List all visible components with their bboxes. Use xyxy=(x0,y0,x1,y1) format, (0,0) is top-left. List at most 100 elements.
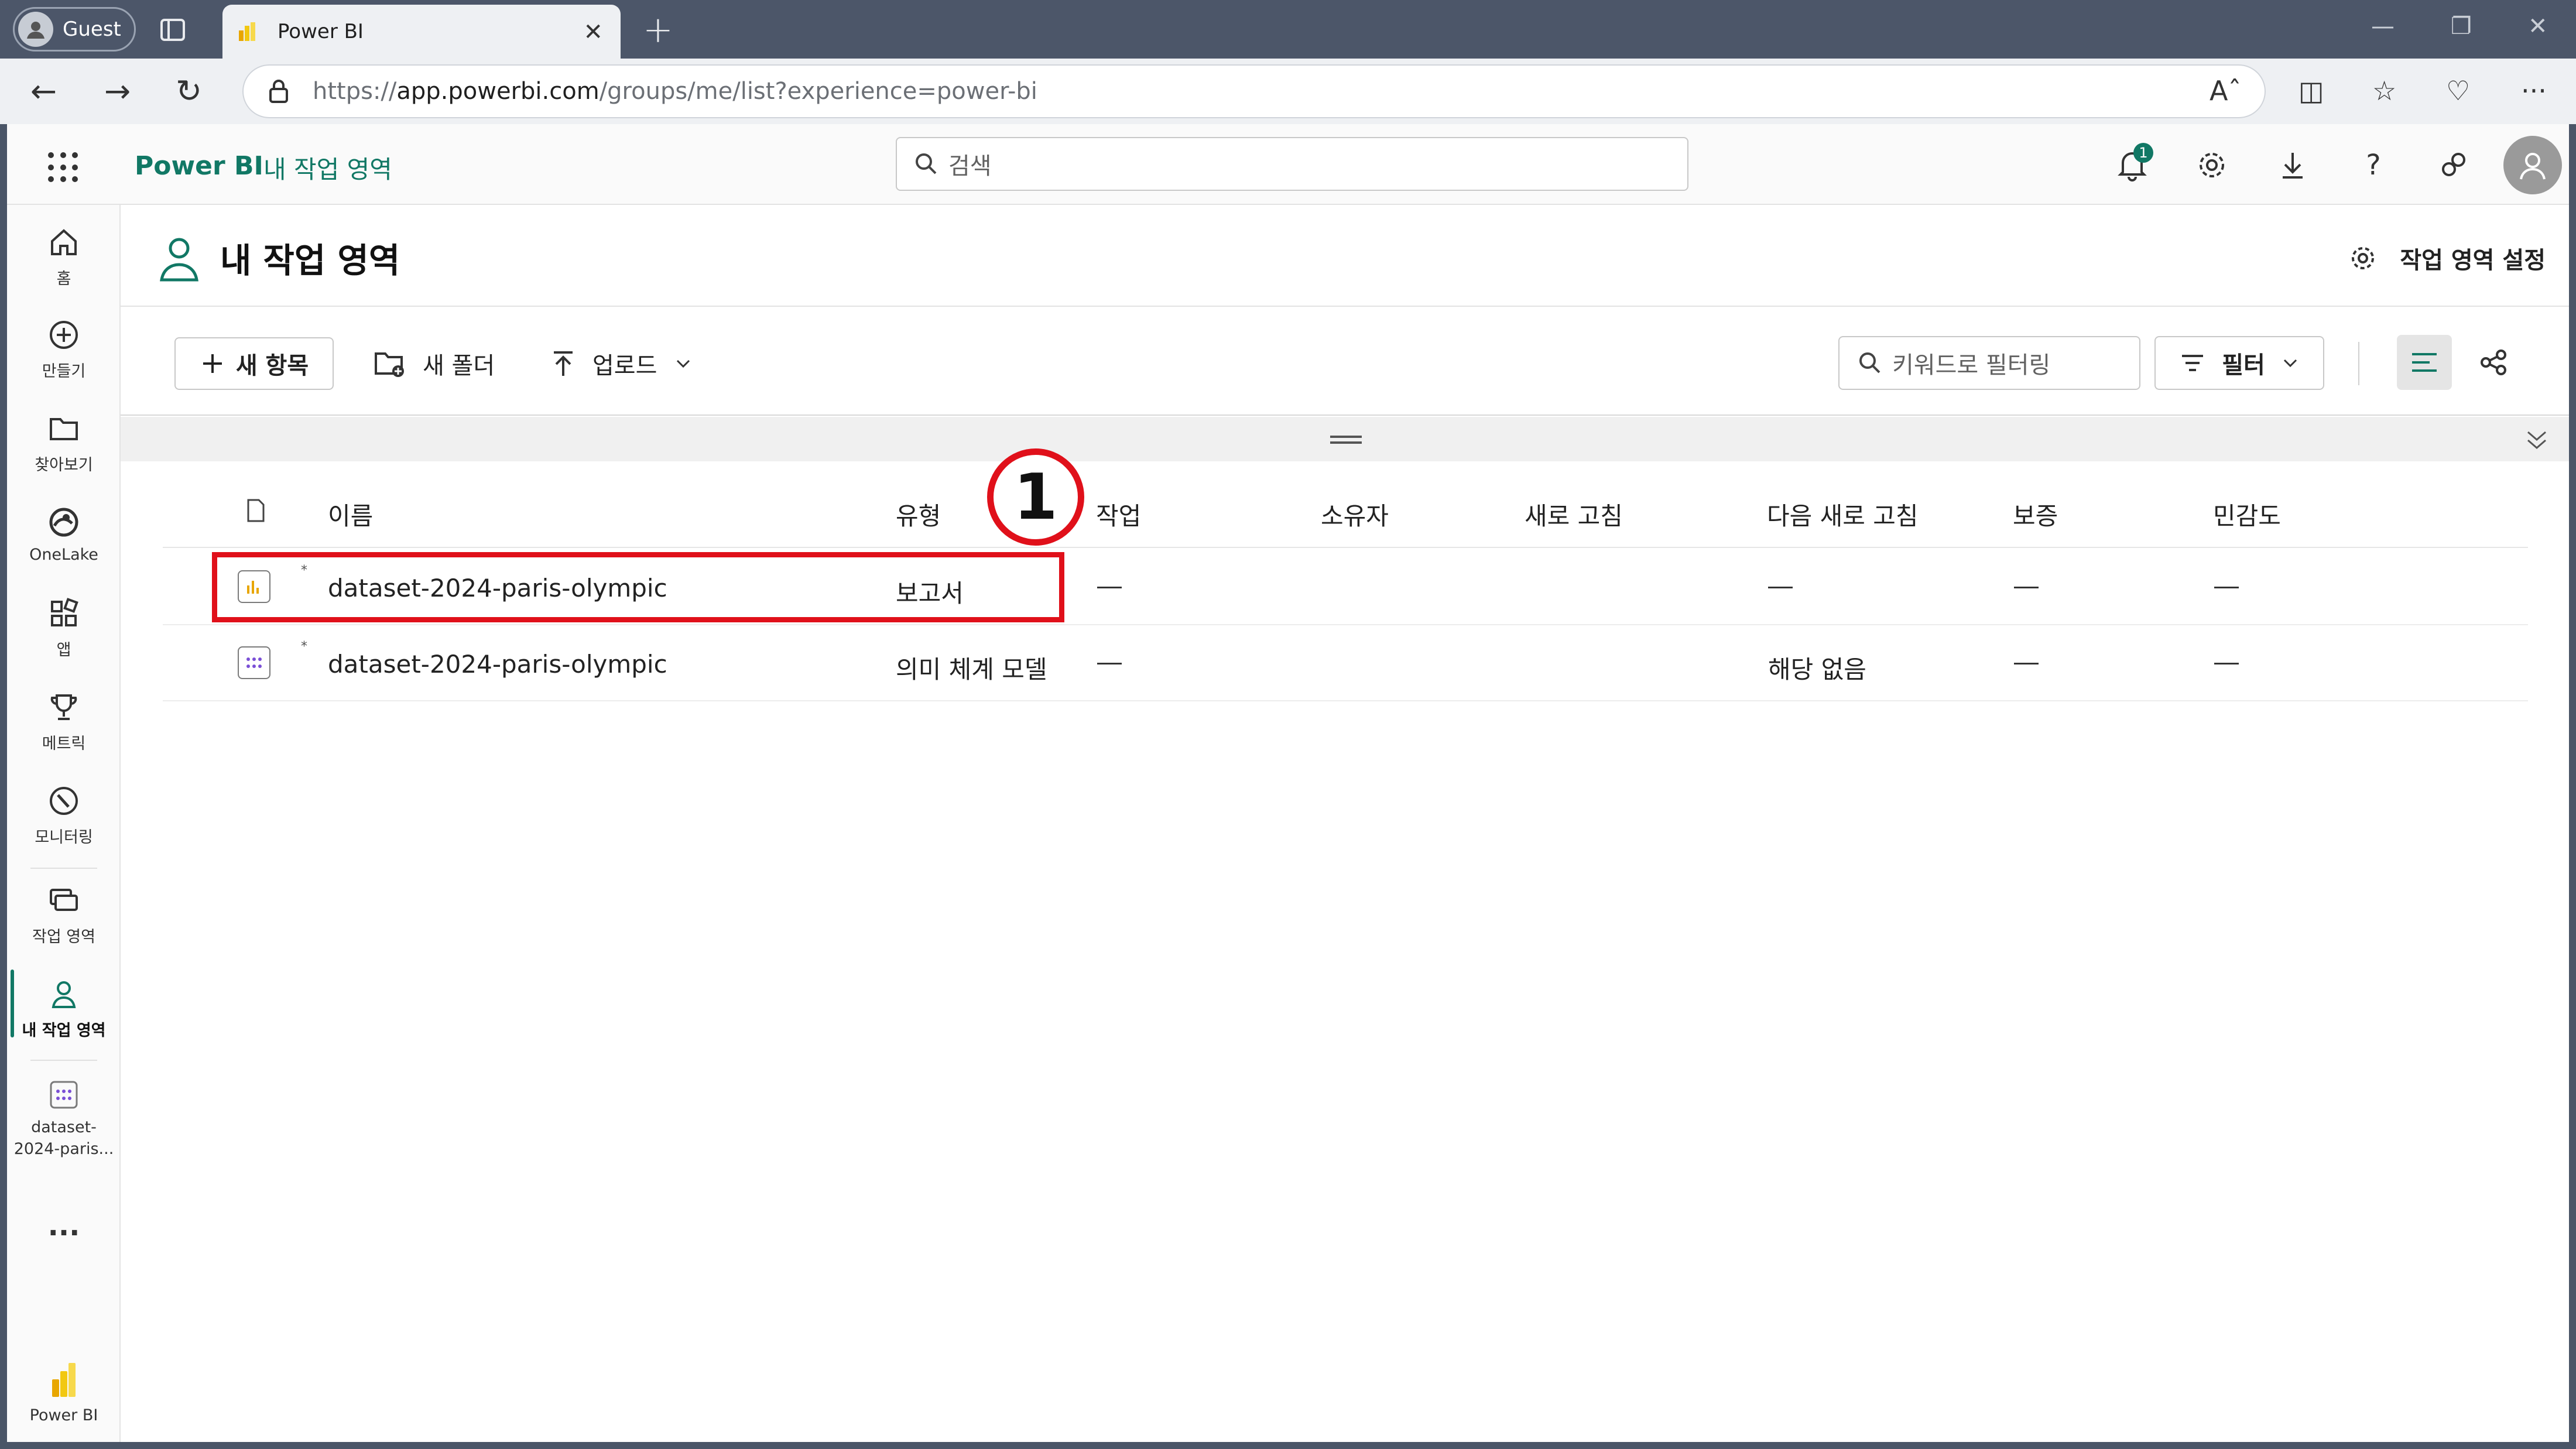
workspaces-icon xyxy=(50,889,78,911)
nav-home[interactable]: 홈 xyxy=(7,225,121,289)
favorites-icon[interactable]: ☆ xyxy=(2372,75,2396,107)
app-launcher-icon[interactable] xyxy=(48,152,78,183)
more-browser-icon[interactable]: ··· xyxy=(2521,75,2547,107)
column-sensitivity[interactable]: 민감도 xyxy=(2213,496,2281,532)
nav-create[interactable]: 만들기 xyxy=(7,317,121,381)
browser-tab-bar: Guest Power BI ✕ + — ❐ ✕ xyxy=(0,0,2576,59)
create-icon xyxy=(50,321,78,349)
browser-tab[interactable]: Power BI ✕ xyxy=(222,5,621,59)
next-refresh-empty-dash xyxy=(1768,587,1793,588)
settings-gear-icon[interactable] xyxy=(2194,148,2229,183)
forward-icon[interactable]: → xyxy=(104,74,131,109)
pane-resize-handle[interactable] xyxy=(121,417,2569,461)
trophy-icon xyxy=(50,694,77,720)
drag-handle-icon xyxy=(1330,436,1362,444)
task-empty-dash xyxy=(1097,663,1122,664)
browser-address-bar: ← → ↻ https://app.powerbi.com/groups/me/… xyxy=(0,59,2576,124)
onelake-icon xyxy=(49,508,78,537)
notifications-icon[interactable]: 1 xyxy=(2115,143,2153,183)
nav-more-icon[interactable]: ... xyxy=(7,1210,121,1242)
nav-divider xyxy=(30,1060,97,1061)
profile-button[interactable]: Guest xyxy=(13,7,136,52)
chevron-down-icon xyxy=(2283,359,2297,368)
task-empty-dash xyxy=(1097,587,1122,588)
column-task[interactable]: 작업 xyxy=(1096,496,1141,532)
column-name[interactable]: 이름 xyxy=(328,496,373,532)
user-avatar[interactable] xyxy=(2503,136,2562,194)
tab-title: Power BI xyxy=(278,20,364,43)
nav-workspaces[interactable]: 작업 영역 xyxy=(7,883,121,947)
step-number-badge: 1 xyxy=(987,448,1084,546)
home-icon xyxy=(51,229,77,255)
table-header: 이름 유형 작업 소유자 새로 고침 다음 새로 고침 보증 민감도 xyxy=(163,461,2528,548)
nav-metrics[interactable]: 메트릭 xyxy=(7,690,121,753)
table-row[interactable]: * dataset-2024-paris-olympic 의미 체계 모델 해당… xyxy=(163,625,2528,701)
read-aloud-icon[interactable]: Aˆ xyxy=(2210,75,2241,107)
minimize-icon[interactable]: — xyxy=(2371,13,2395,40)
tab-actions-icon[interactable] xyxy=(158,15,187,44)
nav-monitoring[interactable]: 모니터링 xyxy=(7,783,121,847)
brand-name[interactable]: Power BI xyxy=(135,151,263,181)
item-type: 의미 체계 모델 xyxy=(896,655,1047,684)
nav-powerbi-switcher[interactable]: Power BI xyxy=(7,1359,121,1424)
new-folder-button[interactable]: 새 폴더 xyxy=(374,347,495,381)
filter-button[interactable]: 필터 xyxy=(2154,336,2324,390)
page-header: 내 작업 영역 작업 영역 설정 xyxy=(121,205,2569,307)
nav-recent-dataset[interactable]: dataset- 2024-paris... xyxy=(7,1077,121,1158)
powerbi-app: Power BI 내 작업 영역 검색 1 ? 홈 만들기 찾아보기 OneLa… xyxy=(7,124,2569,1442)
item-name-link[interactable]: dataset-2024-paris-olympic xyxy=(328,650,667,679)
column-endorsement[interactable]: 보증 xyxy=(2013,496,2058,532)
workspace-settings-button[interactable]: 작업 영역 설정 xyxy=(2348,241,2546,275)
workspace-person-icon xyxy=(160,238,198,282)
list-view-icon xyxy=(2412,353,2437,372)
monitor-icon xyxy=(50,787,78,815)
upload-icon xyxy=(554,351,573,376)
url-text: https://app.powerbi.com/groups/me/list?e… xyxy=(313,78,1037,105)
nav-apps[interactable]: 앱 xyxy=(7,596,121,660)
settings-gear-icon xyxy=(2352,247,2375,269)
tab-close-icon[interactable]: ✕ xyxy=(583,19,603,46)
download-icon[interactable] xyxy=(2275,148,2310,183)
restore-icon[interactable]: ❐ xyxy=(2451,13,2472,40)
filter-icon xyxy=(2182,355,2204,371)
lock-icon xyxy=(269,80,288,103)
endorsement-empty-dash xyxy=(2014,663,2039,664)
global-search-input[interactable]: 검색 xyxy=(896,137,1688,191)
browser-essentials-icon[interactable]: ♡ xyxy=(2446,75,2470,107)
nav-my-workspace[interactable]: 내 작업 영역 xyxy=(7,977,121,1040)
new-tab-icon[interactable]: + xyxy=(643,8,673,51)
column-next-refresh[interactable]: 다음 새로 고침 xyxy=(1767,496,1919,532)
guest-avatar-icon xyxy=(18,12,53,47)
column-refresh[interactable]: 새로 고침 xyxy=(1525,496,1623,532)
person-icon xyxy=(52,981,76,1008)
chevron-down-icon xyxy=(677,359,690,368)
share-feedback-icon[interactable] xyxy=(2437,148,2472,183)
back-icon[interactable]: ← xyxy=(30,74,57,109)
window-close-icon[interactable]: ✕ xyxy=(2528,13,2548,40)
nav-browse[interactable]: 찾아보기 xyxy=(7,411,121,475)
collapse-chevron-icon[interactable] xyxy=(2524,429,2549,452)
new-item-button[interactable]: 새 항목 xyxy=(174,337,334,390)
upload-button[interactable]: 업로드 xyxy=(550,347,692,381)
breadcrumb-workspace[interactable]: 내 작업 영역 xyxy=(263,150,392,186)
app-header: Power BI 내 작업 영역 검색 1 ? xyxy=(7,124,2569,205)
nav-onelake[interactable]: OneLake xyxy=(7,505,121,564)
reload-icon[interactable]: ↻ xyxy=(176,74,202,109)
column-owner[interactable]: 소유자 xyxy=(1321,496,1389,532)
file-type-icon xyxy=(247,499,265,522)
keyword-filter-input[interactable]: 키워드로 필터링 xyxy=(1838,336,2140,390)
split-screen-icon[interactable]: ◫ xyxy=(2298,75,2324,107)
nav-divider xyxy=(30,868,97,869)
column-type[interactable]: 유형 xyxy=(896,496,941,532)
endorsement-empty-dash xyxy=(2014,587,2039,588)
url-field[interactable]: https://app.powerbi.com/groups/me/list?e… xyxy=(242,64,2266,118)
lineage-view-toggle[interactable] xyxy=(2466,335,2521,390)
main-content: 내 작업 영역 작업 영역 설정 새 항목 새 폴더 업로드 키워드로 필터링 … xyxy=(121,205,2569,1442)
profile-label: Guest xyxy=(63,18,121,41)
list-view-toggle[interactable] xyxy=(2397,335,2452,390)
lineage-icon xyxy=(2481,350,2506,375)
help-icon[interactable]: ? xyxy=(2356,148,2391,183)
toolbar-divider xyxy=(2358,342,2359,385)
sensitivity-empty-dash xyxy=(2214,587,2239,588)
left-navigation: 홈 만들기 찾아보기 OneLake 앱 메트릭 모니터링 작업 영역 내 작업… xyxy=(7,205,121,1442)
